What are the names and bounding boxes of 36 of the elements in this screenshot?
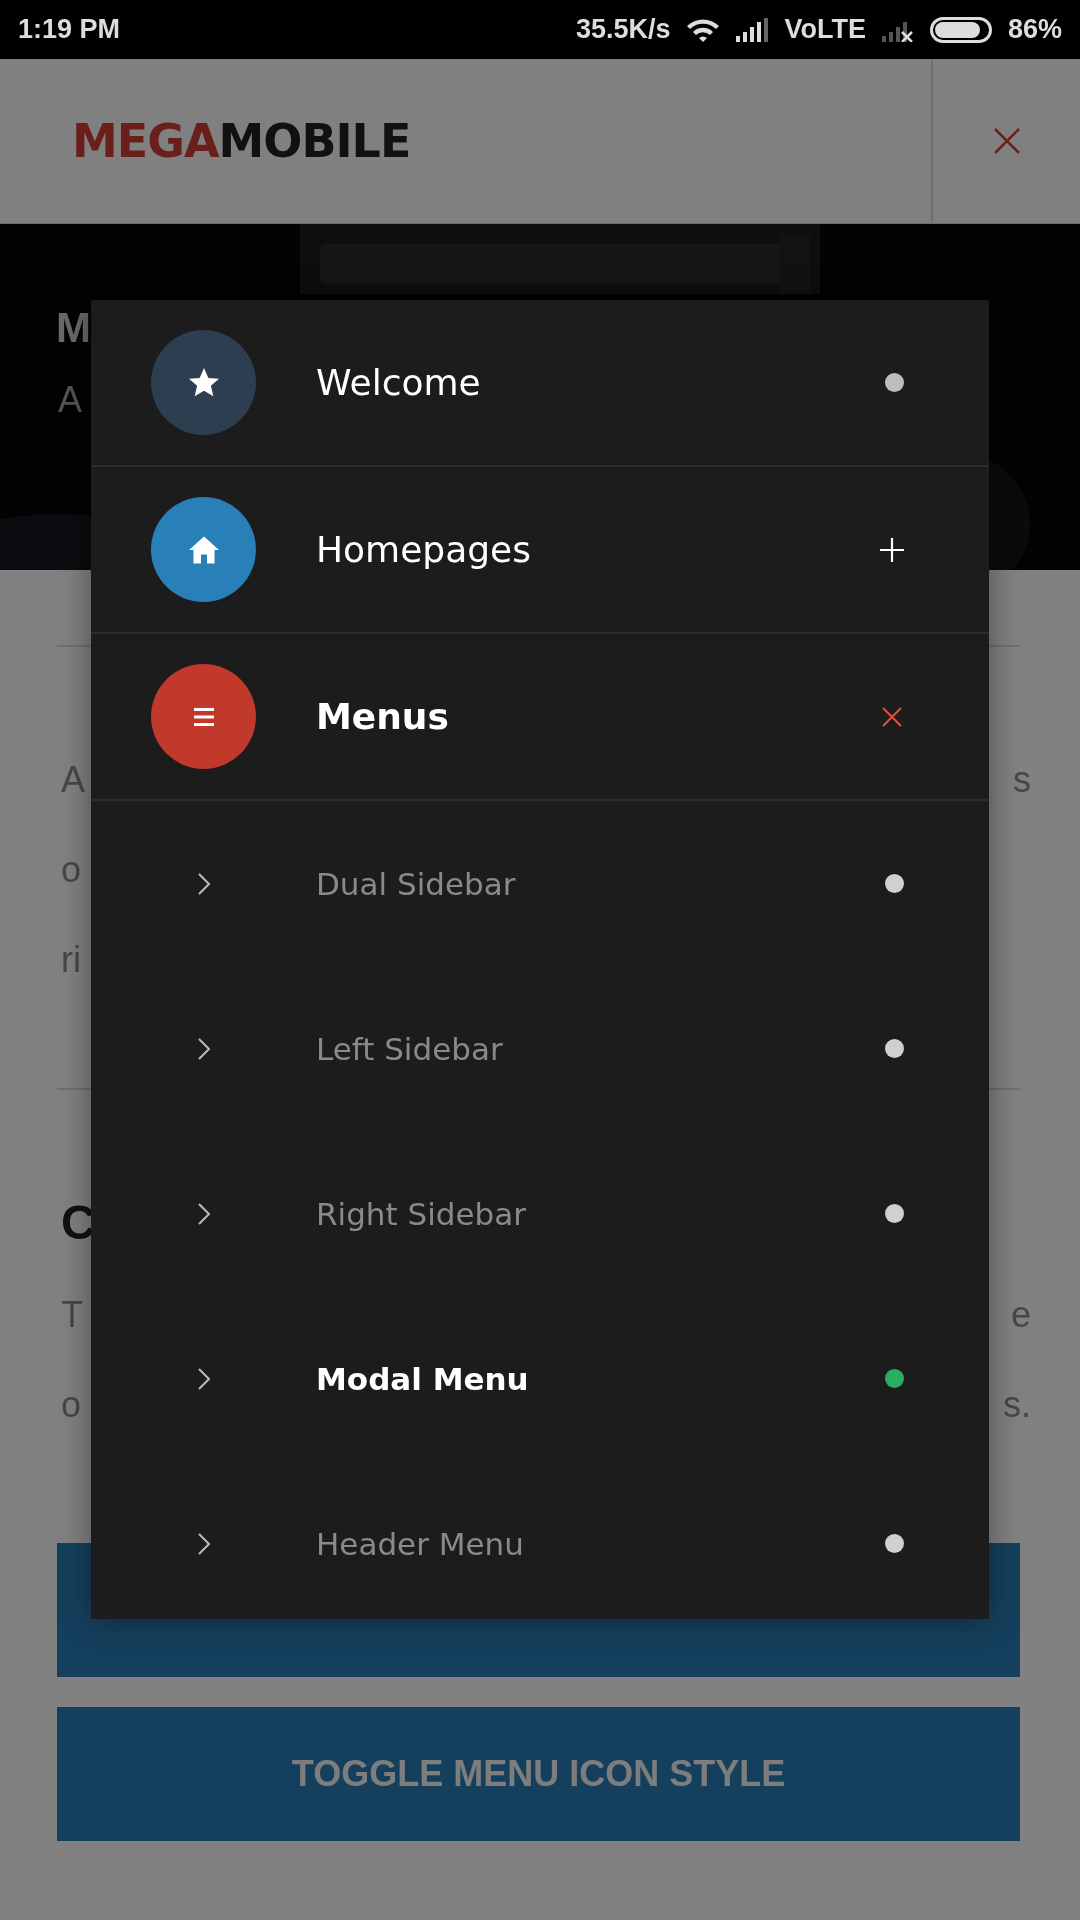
submenu-item[interactable]: Dual Sidebar [316, 865, 879, 902]
paragraph-text: T [61, 1294, 83, 1336]
menu-item[interactable]: Welcome [316, 362, 879, 403]
submenu-item[interactable]: Header Menu [316, 1525, 879, 1562]
hero-subtitle: A [58, 379, 82, 421]
paragraph-text: e [1010, 1294, 1031, 1336]
toggle-icon-style-button[interactable]: TOGGLE MENU ICON STYLE [57, 1707, 1020, 1841]
network-type: VoLTE [784, 14, 866, 45]
plus-icon[interactable] [879, 536, 905, 563]
menu-item[interactable]: Homepages [316, 529, 879, 570]
signal-icon [736, 17, 769, 42]
submenu-item[interactable]: Left Sidebar [316, 1030, 879, 1067]
time: 1:19 PM [18, 14, 121, 45]
submenu-item[interactable]: Modal Menu [316, 1360, 879, 1397]
logo[interactable]: MEGAMOBILE [72, 114, 411, 168]
chevron-right-icon [196, 871, 211, 896]
paragraph-text: o [61, 849, 82, 891]
submenu-item[interactable]: Right Sidebar [316, 1195, 879, 1232]
paragraph-text: o [61, 1384, 82, 1426]
paragraph-text: A [61, 759, 85, 801]
battery-icon [929, 16, 992, 43]
menu-item[interactable]: Menus [316, 696, 879, 737]
hero-title: M [56, 304, 91, 352]
network-speed: 35.5K/s [575, 14, 671, 45]
paragraph-text: ri [61, 939, 81, 981]
close-icon[interactable] [881, 705, 903, 728]
chevron-right-icon [196, 1036, 211, 1061]
dot-icon [885, 373, 904, 392]
chevron-right-icon [196, 1201, 211, 1226]
paragraph-text: s. [1003, 1384, 1031, 1426]
section-title: C [60, 1195, 96, 1251]
battery-percentage: 86% [1007, 14, 1062, 45]
chevron-right-icon [196, 1366, 211, 1391]
chevron-right-icon [196, 1531, 211, 1556]
paragraph-text: s [1013, 759, 1031, 801]
close-icon[interactable] [992, 127, 1021, 155]
